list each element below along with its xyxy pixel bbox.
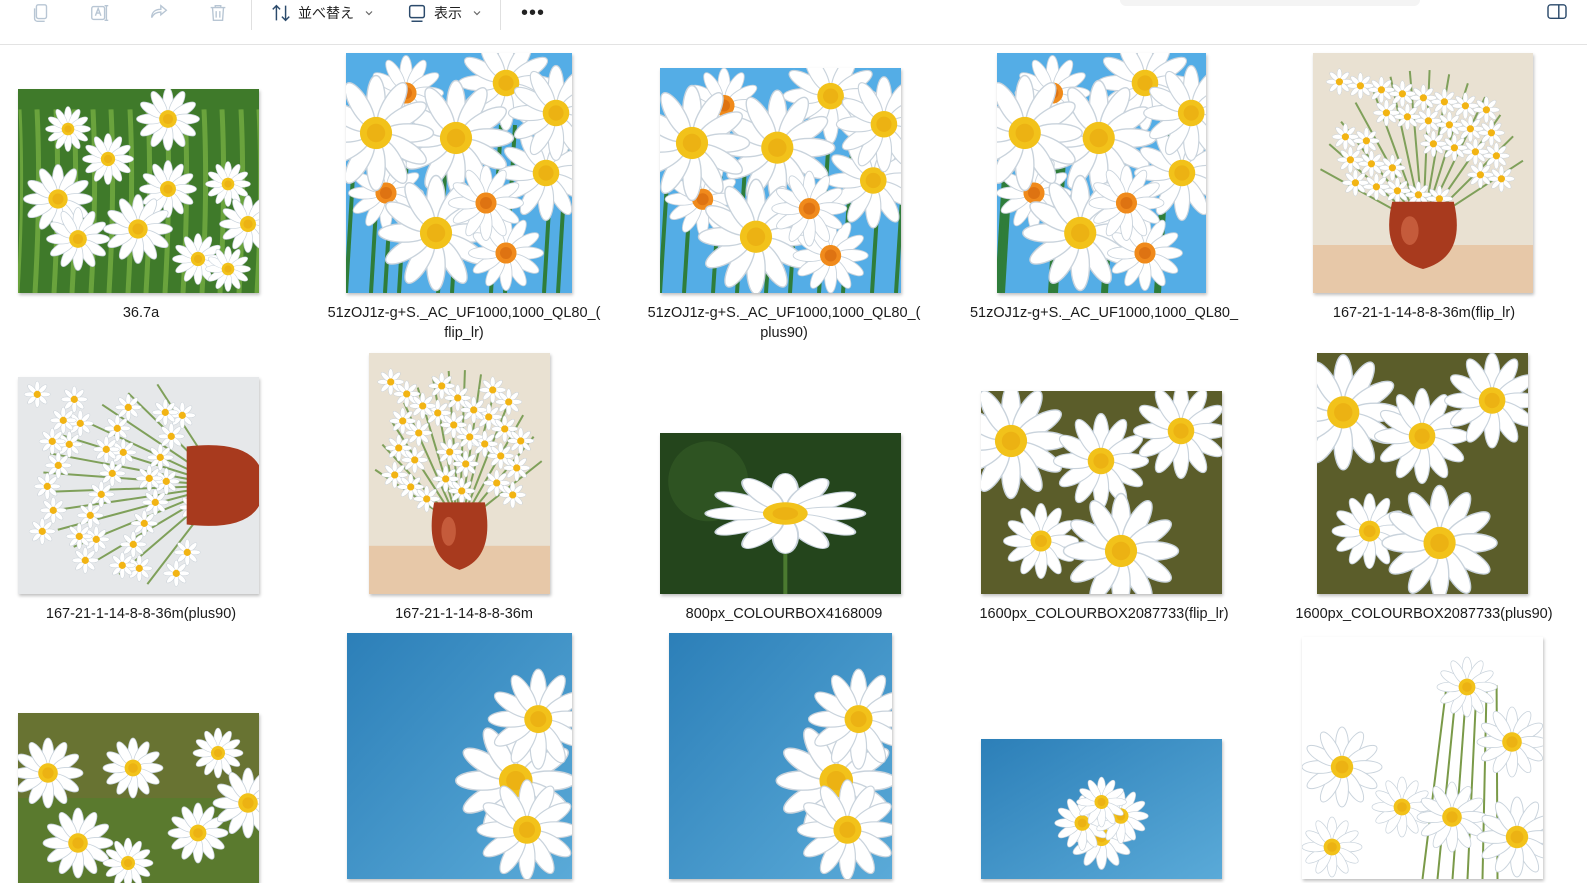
sort-button[interactable]: 並べ替え <box>270 0 374 26</box>
file-name-line: 167-21-1-14-8-8-36m <box>395 606 533 622</box>
image-thumbnail[interactable] <box>346 53 572 293</box>
file-name-line: 36.7a <box>122 305 160 321</box>
chevron-down-icon <box>473 11 481 16</box>
details-pane-button[interactable] <box>1545 2 1569 22</box>
image-thumbnail[interactable] <box>1317 353 1528 594</box>
file-name-line: 167-21-1-14-8-8-36m(plus90) <box>45 606 237 622</box>
view-label: 表示 <box>434 5 462 21</box>
share-icon[interactable] <box>145 0 173 26</box>
image-thumbnail[interactable] <box>669 633 892 879</box>
file-name[interactable]: 36.7a <box>1 303 281 323</box>
toolbar-divider <box>251 0 252 30</box>
image-thumbnail[interactable] <box>1313 53 1533 293</box>
file-name[interactable]: 51zOJ1z-g+S._AC_UF1000,1000_QL80_ <box>964 303 1244 323</box>
file-name-line: 800px_COLOURBOX4168009 <box>685 606 883 622</box>
image-thumbnail[interactable] <box>997 53 1206 293</box>
copy-icon[interactable] <box>27 0 55 26</box>
file-name[interactable]: 167-21-1-14-8-8-36m <box>324 604 604 624</box>
file-name-line: 167-21-1-14-8-8-36m(flip_lr) <box>1332 305 1516 321</box>
image-thumbnail[interactable] <box>1302 637 1543 879</box>
file-name-line: plus90) <box>760 325 808 341</box>
file-grid: 36.7a 51zOJ1z-g+S._AC_UF1000,1000_QL80_(f… <box>0 45 1587 883</box>
view-button[interactable]: 表示 <box>406 0 482 26</box>
details-pane-icon <box>1547 4 1567 20</box>
delete-icon[interactable] <box>204 0 232 26</box>
file-name[interactable]: 51zOJ1z-g+S._AC_UF1000,1000_QL80_( plus90… <box>644 303 924 343</box>
sort-icon <box>272 4 290 22</box>
more-icon: ••• <box>520 1 545 24</box>
image-thumbnail[interactable] <box>660 433 901 594</box>
search-box-edge[interactable] <box>1120 0 1420 6</box>
file-name[interactable]: 167-21-1-14-8-8-36m(flip_lr) <box>1284 303 1564 323</box>
file-name-line: 51zOJ1z-g+S._AC_UF1000,1000_QL80_( <box>327 305 601 321</box>
image-thumbnail[interactable] <box>981 391 1222 594</box>
file-name[interactable]: 1600px_COLOURBOX2087733(flip_lr) <box>964 604 1244 624</box>
file-name[interactable]: 1600px_COLOURBOX2087733(plus90) <box>1284 604 1564 624</box>
image-thumbnail[interactable] <box>981 739 1222 879</box>
sort-label: 並べ替え <box>298 5 354 21</box>
image-thumbnail[interactable] <box>660 68 901 293</box>
file-name-line: flip_lr) <box>444 325 484 341</box>
view-icon <box>408 4 426 22</box>
image-thumbnail[interactable] <box>18 713 259 883</box>
image-thumbnail[interactable] <box>18 377 259 594</box>
image-thumbnail[interactable] <box>369 353 550 594</box>
chevron-down-icon <box>365 11 373 16</box>
file-name[interactable]: 800px_COLOURBOX4168009 <box>644 604 924 624</box>
rename-icon[interactable] <box>86 0 114 26</box>
command-bar: 並べ替え 表示 ••• <box>0 0 1587 45</box>
more-options-button[interactable]: ••• <box>516 0 550 26</box>
file-name[interactable]: 51zOJ1z-g+S._AC_UF1000,1000_QL80_( flip_l… <box>324 303 604 343</box>
file-name-line: 1600px_COLOURBOX2087733(plus90) <box>1295 606 1553 622</box>
file-name-line: 1600px_COLOURBOX2087733(flip_lr) <box>979 606 1229 622</box>
file-name-line: 51zOJ1z-g+S._AC_UF1000,1000_QL80_( <box>647 305 921 321</box>
file-name-line: 51zOJ1z-g+S._AC_UF1000,1000_QL80_ <box>969 305 1239 321</box>
image-thumbnail[interactable] <box>347 633 572 879</box>
file-name[interactable]: 167-21-1-14-8-8-36m(plus90) <box>1 604 281 624</box>
toolbar-divider <box>500 0 501 30</box>
image-thumbnail[interactable] <box>18 89 259 293</box>
